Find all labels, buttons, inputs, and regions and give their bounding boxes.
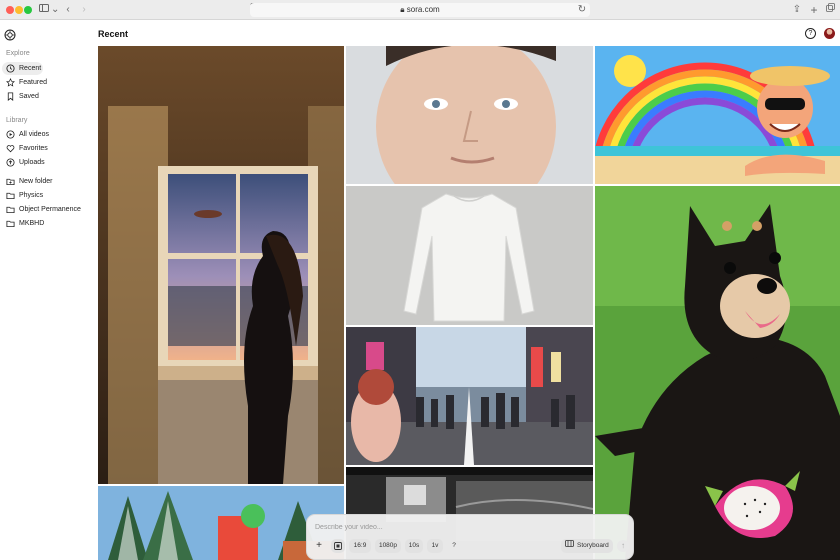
library-section-label: Library	[6, 117, 28, 124]
page-title: Recent	[98, 29, 129, 39]
video-thumbnail-white-shirt[interactable]	[346, 186, 593, 325]
sidebar-item-label: Object Permanence	[19, 206, 81, 213]
new-tab-icon[interactable]: +	[809, 3, 819, 17]
sidebar-item-new-folder[interactable]: New folder	[2, 175, 88, 188]
sidebar-item-label: New folder	[19, 178, 53, 185]
chevron-down-icon[interactable]: ⌄	[51, 3, 59, 17]
star-icon	[6, 78, 15, 87]
minimize-window-button[interactable]	[15, 6, 23, 14]
video-thumbnail-window-silhouette[interactable]	[98, 46, 344, 484]
storyboard-label: Storyboard	[577, 542, 609, 549]
sidebar-item-favorites[interactable]: Favorites	[2, 142, 88, 155]
sora-logo-icon[interactable]	[4, 28, 16, 41]
sidebar-item-label: Uploads	[19, 159, 45, 166]
url-value: sora.com	[406, 5, 440, 14]
folder-icon	[6, 205, 15, 214]
url-text: 🔒︎ sora.com	[250, 3, 590, 17]
sidebar-item-label: All videos	[19, 131, 49, 138]
storyboard-icon	[565, 539, 574, 553]
sidebar-item-all-videos[interactable]: All videos	[2, 128, 88, 141]
upload-icon	[6, 158, 15, 167]
storyboard-button[interactable]: Storyboard	[561, 539, 613, 553]
video-thumbnail-shiba-dog[interactable]	[595, 186, 840, 560]
reload-icon[interactable]: ↻	[577, 3, 587, 17]
sidebar-item-saved[interactable]: Saved	[2, 90, 88, 103]
duration-button[interactable]: 10s	[405, 539, 423, 553]
prompt-input[interactable]	[315, 520, 615, 534]
sidebar-item-label: Physics	[19, 192, 44, 199]
sidebar-item-recent[interactable]: Recent	[2, 62, 43, 75]
back-icon[interactable]: ‹	[64, 3, 72, 17]
video-grid-icon	[6, 130, 15, 139]
browser-toolbar: ⌄ ‹ › 🔒︎ sora.com ↻ ⇪ +	[0, 0, 840, 20]
sidebar: Explore Recent Featured Saved Library Al…	[0, 20, 92, 560]
tab-overview-icon[interactable]	[825, 3, 835, 17]
sidebar-item-featured[interactable]: Featured	[2, 76, 88, 89]
preset-icon	[334, 542, 342, 552]
share-icon[interactable]: ⇪	[792, 3, 802, 17]
maximize-window-button[interactable]	[24, 6, 32, 14]
forward-icon[interactable]: ›	[80, 3, 88, 17]
preset-button[interactable]	[331, 539, 345, 553]
explore-section-label: Explore	[6, 50, 30, 57]
video-thumbnail-face-closeup[interactable]	[346, 46, 593, 184]
add-media-button[interactable]: +	[313, 539, 325, 553]
sidebar-item-label: Saved	[19, 93, 39, 100]
sidebar-item-label: MKBHD	[19, 220, 45, 227]
folder-plus-icon	[6, 177, 15, 186]
folder-icon	[6, 191, 15, 200]
avatar[interactable]	[824, 28, 835, 39]
sidebar-toggle-icon[interactable]	[38, 3, 50, 17]
heart-icon	[6, 144, 15, 153]
clock-icon	[6, 64, 15, 73]
address-bar[interactable]: 🔒︎ sora.com	[250, 3, 590, 17]
sidebar-item-object-permanence[interactable]: Object Permanence	[2, 203, 88, 216]
bookmark-icon	[6, 92, 15, 101]
sidebar-item-label: Featured	[19, 79, 48, 86]
resolution-button[interactable]: 1080p	[375, 539, 401, 553]
sidebar-item-label: Favorites	[19, 145, 48, 152]
video-thumbnail-beach-cartoon[interactable]	[595, 46, 840, 184]
help-button[interactable]: ?	[805, 28, 816, 39]
variations-button[interactable]: 1v	[427, 539, 443, 553]
sidebar-item-physics[interactable]: Physics	[2, 189, 88, 202]
aspect-ratio-button[interactable]: 16:9	[349, 539, 371, 553]
folder-icon	[6, 219, 15, 228]
prompt-help-button[interactable]: ?	[447, 539, 461, 553]
sidebar-item-uploads[interactable]: Uploads	[2, 156, 88, 169]
send-button[interactable]: ↑	[617, 540, 629, 552]
lock-icon: 🔒︎	[400, 5, 405, 14]
sidebar-item-mkbhd[interactable]: MKBHD	[2, 217, 88, 230]
video-thumbnail-city-street[interactable]	[346, 327, 593, 465]
prompt-composer: + 16:9 1080p 10s 1v ? Storyboard ↑	[306, 514, 634, 560]
close-window-button[interactable]	[6, 6, 14, 14]
sidebar-item-label: Recent	[19, 65, 42, 72]
